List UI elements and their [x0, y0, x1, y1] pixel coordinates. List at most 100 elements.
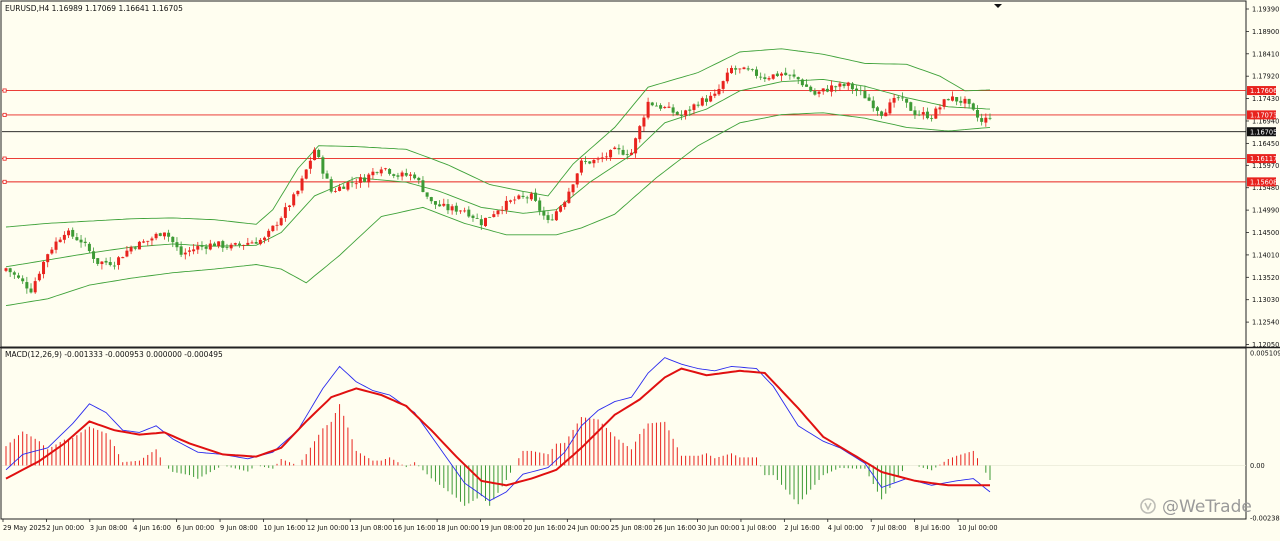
candle-body	[838, 83, 842, 87]
candle-body	[642, 117, 646, 127]
candle-body	[96, 258, 100, 264]
time-tick-label: 13 Jun 08:00	[350, 524, 392, 532]
candle-body	[934, 108, 938, 119]
candle-body	[196, 246, 200, 250]
candle-body	[892, 97, 896, 103]
price-tick-label: 1.12540	[1252, 319, 1279, 327]
candle-body	[755, 69, 759, 76]
candle-body	[967, 98, 971, 104]
candle-body	[67, 230, 71, 236]
candle-body	[884, 112, 888, 117]
candle-body	[692, 104, 696, 110]
candle-body	[425, 192, 429, 197]
candle-body	[400, 172, 404, 177]
candle-body	[500, 209, 504, 211]
candle-body	[363, 177, 367, 183]
candle-body	[338, 186, 342, 191]
current-price-label: 1.16705	[1250, 128, 1277, 136]
candle-body	[467, 209, 471, 217]
candle-body	[613, 147, 617, 150]
candle-body	[534, 192, 538, 201]
candle-body	[563, 202, 567, 207]
time-tick-label: 10 Jul 00:00	[958, 524, 998, 532]
candle-body	[404, 172, 408, 176]
candle-body	[817, 91, 821, 94]
price-tick-label: 1.16450	[1252, 140, 1279, 148]
candle-body	[133, 247, 137, 249]
time-tick-label: 16 Jun 16:00	[394, 524, 436, 532]
candle-body	[713, 93, 717, 96]
candle-body	[746, 68, 750, 70]
candle-body	[413, 174, 417, 179]
price-layer	[2, 48, 1246, 307]
candle-body	[117, 257, 121, 266]
candle-body	[771, 74, 775, 79]
candle-body	[179, 246, 183, 255]
candle-body	[900, 97, 904, 99]
candle-body	[725, 72, 729, 82]
candle-body	[192, 249, 196, 252]
candle-body	[12, 272, 16, 275]
candle-body	[788, 74, 792, 76]
candle-body	[254, 242, 258, 244]
candle-body	[984, 117, 988, 123]
candle-body	[354, 183, 358, 185]
time-tick-label: 3 Jun 08:00	[90, 524, 128, 532]
candle-body	[750, 69, 754, 70]
candle-body	[342, 186, 346, 189]
triangle-down-icon[interactable]	[994, 4, 1002, 8]
candle-body	[875, 107, 879, 111]
candle-body	[279, 218, 283, 226]
candle-body	[58, 239, 62, 243]
candle-body	[263, 237, 267, 240]
candle-body	[421, 180, 425, 192]
candle-body	[825, 88, 829, 92]
candle-body	[321, 157, 325, 174]
candle-body	[108, 262, 112, 265]
candle-body	[237, 243, 241, 245]
candle-body	[246, 242, 250, 245]
candle-body	[604, 156, 608, 158]
time-tick-label: 29 May 2025	[3, 524, 46, 532]
candle-body	[950, 96, 954, 101]
candle-body	[383, 168, 387, 170]
time-tick-label: 7 Jul 08:00	[871, 524, 906, 532]
candle-body	[813, 91, 817, 95]
price-tick-label: 1.12050	[1252, 341, 1279, 349]
candle-body	[79, 239, 83, 243]
candle-body	[267, 230, 271, 237]
level-line-handle-1	[2, 112, 7, 117]
candle-body	[621, 149, 625, 155]
price-tick-label: 1.18900	[1252, 28, 1279, 36]
candle-body	[675, 111, 679, 115]
candle-body	[930, 118, 934, 119]
candle-body	[988, 117, 992, 119]
candle-body	[525, 197, 529, 199]
trading-chart[interactable]: 1.19390 1.18900 1.18410 1.17920 1.17430 1.169…	[0, 0, 1280, 537]
candle-body	[738, 68, 742, 70]
candle-body	[183, 252, 187, 255]
time-tick-label: 12 Jun 00:00	[307, 524, 349, 532]
candle-body	[913, 110, 917, 116]
candle-body	[955, 97, 959, 102]
candle-body	[763, 77, 767, 80]
candle-body	[942, 99, 946, 107]
chart-canvas[interactable]: 1.193901.189001.184101.179201.174301.169…	[0, 0, 1280, 537]
time-tick-label: 8 Jul 16:00	[915, 524, 950, 532]
time-tick-label: 6 Jun 00:00	[177, 524, 215, 532]
candle-body	[375, 172, 379, 173]
price-tick-label: 1.14990	[1252, 207, 1279, 215]
candle-body	[696, 104, 700, 106]
candle-body	[855, 88, 859, 91]
level-line-handle-3	[2, 179, 7, 184]
price-tick-label: 1.13520	[1252, 274, 1279, 282]
candle-body	[479, 219, 483, 226]
level-line-handle-0	[2, 88, 7, 93]
candle-body	[959, 100, 963, 103]
candle-body	[367, 174, 371, 183]
price-tick-label: 1.19390	[1252, 6, 1279, 14]
candle-body	[83, 241, 87, 243]
candle-body	[433, 201, 437, 205]
candle-body	[158, 233, 162, 236]
candle-body	[980, 118, 984, 122]
